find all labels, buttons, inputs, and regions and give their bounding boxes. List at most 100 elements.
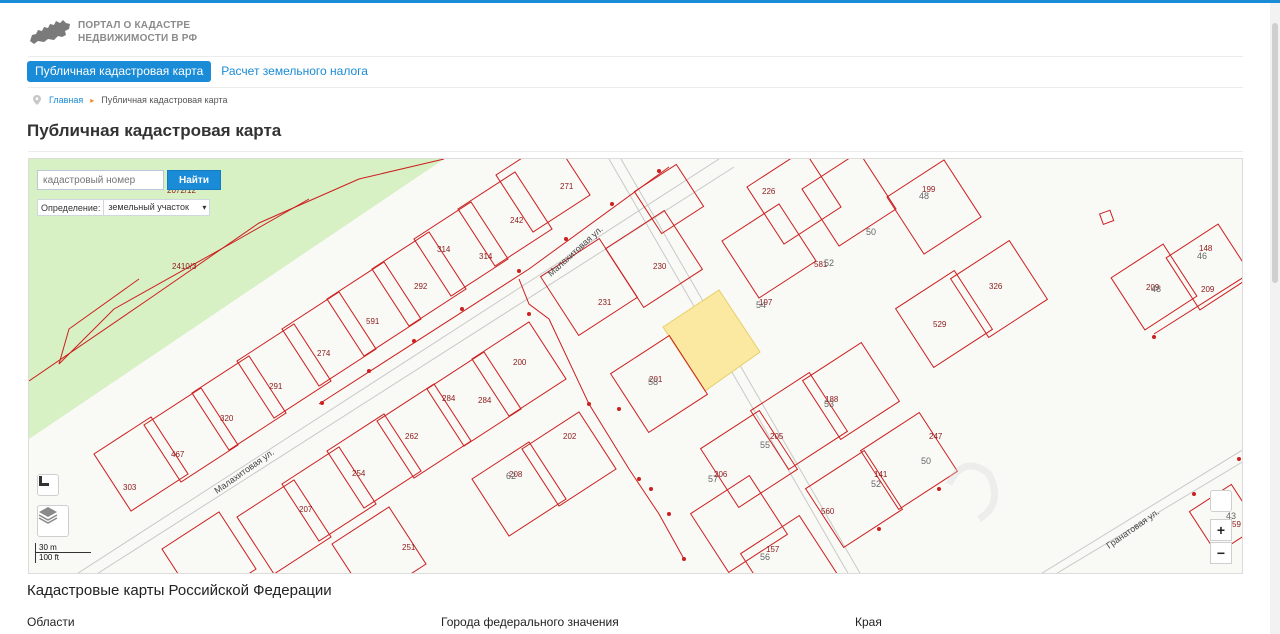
parcel-1[interactable]	[457, 171, 553, 267]
boundary-point-19	[1237, 457, 1241, 461]
cadastral-number-input[interactable]	[37, 170, 164, 190]
parcel-label-13: 200	[513, 358, 527, 367]
boundary-point-10	[617, 407, 621, 411]
header-divider	[28, 56, 1243, 57]
house-number-11: 56	[760, 552, 770, 562]
parcel-5[interactable]	[281, 291, 377, 387]
parcel-8[interactable]	[143, 387, 239, 483]
logo-line-1: ПОРТАЛ О КАДАСТРЕ	[78, 20, 191, 31]
parcel-23[interactable]	[801, 159, 897, 247]
parcel-29[interactable]	[699, 409, 799, 509]
house-number-9: 52	[871, 479, 881, 489]
title-divider	[28, 151, 1243, 152]
site-header: ПОРТАЛ О КАДАСТРЕ НЕДВИЖИМОСТИ В РФ	[28, 14, 197, 50]
boundary-point-11	[637, 477, 641, 481]
search-button[interactable]: Найти	[167, 170, 221, 190]
fullscreen-icon	[39, 476, 49, 486]
house-number-7: 55	[760, 440, 770, 450]
scrollbar-thumb[interactable]	[1272, 23, 1278, 283]
parcel-9[interactable]	[93, 416, 189, 512]
parcel-label-10: 320	[220, 414, 234, 423]
parcel-22[interactable]	[746, 159, 842, 245]
parcel-19[interactable]	[604, 209, 704, 309]
house-number-14: 58	[648, 377, 658, 387]
house-number-6: 53	[824, 399, 834, 409]
breadcrumb: Главная ▸ Публичная кадастровая карта	[33, 95, 227, 105]
parcel-16[interactable]	[521, 411, 617, 507]
parcel-33[interactable]	[804, 449, 904, 549]
boundary-point-2	[610, 202, 614, 206]
layers-button[interactable]	[37, 505, 69, 537]
parcel-15[interactable]	[236, 479, 332, 574]
nav-divider	[28, 87, 1243, 88]
parcel-36[interactable]	[161, 511, 257, 574]
parcel-12[interactable]	[376, 383, 472, 479]
parcel-14[interactable]	[281, 446, 377, 542]
house-number-1: 48	[919, 191, 929, 201]
parcel-label-16: 262	[405, 432, 419, 441]
parcel-label-22: 231	[598, 298, 612, 307]
boundary-point-18	[1192, 492, 1196, 496]
map-canvas[interactable]: 2410/32072/12 271242314314292591274291320…	[29, 159, 1243, 574]
definition-select[interactable]: земельный участок ▾	[103, 200, 209, 215]
watermark-logo-icon	[945, 462, 999, 523]
logo-line-2: НЕДВИЖИМОСТИ В РФ	[78, 33, 198, 44]
regions-col-federal-cities[interactable]: Города федерального значения	[441, 615, 619, 629]
parcel-label-8: 274	[317, 349, 331, 358]
boundary-point-0	[517, 269, 521, 273]
parcel-25[interactable]	[894, 269, 994, 369]
house-number-8: 57	[708, 474, 718, 484]
tab-land-tax-calc[interactable]: Расчет земельного налога	[213, 61, 376, 82]
map-scale: 30 m 100 ft	[35, 543, 123, 563]
parcel-label-7: 591	[366, 317, 380, 326]
zoom-out-button[interactable]: −	[1210, 542, 1232, 564]
parcel-30[interactable]	[749, 371, 849, 471]
main-nav: Публичная кадастровая карта Расчет земел…	[27, 61, 378, 82]
parcel-label-32: 209	[1201, 285, 1215, 294]
scale-metric: 30 m	[35, 543, 91, 553]
parcel-34[interactable]	[689, 474, 789, 573]
parcel-24[interactable]	[886, 159, 982, 255]
parcel-label-23: 230	[653, 262, 667, 271]
site-logo-text[interactable]: ПОРТАЛ О КАДАСТРЕ НЕДВИЖИМОСТИ В РФ	[78, 19, 197, 45]
boundary-point-5	[412, 339, 416, 343]
parcel-4[interactable]	[326, 261, 422, 357]
cadastral-map[interactable]: 2410/3 2072/12 271 242 314 314 292 591 274 291 320…	[28, 158, 1243, 574]
parcel-7[interactable]	[191, 355, 287, 451]
boundary-point-17	[1152, 335, 1156, 339]
russia-map-logo-icon[interactable]	[28, 17, 72, 47]
regions-col-krais[interactable]: Края	[855, 615, 882, 629]
parcel-31[interactable]	[801, 341, 901, 441]
parcel-6[interactable]	[236, 323, 332, 419]
parcel-21[interactable]	[721, 203, 817, 299]
parcel-18[interactable]	[539, 237, 639, 337]
breadcrumb-current: Публичная кадастровая карта	[101, 95, 228, 105]
fullscreen-button[interactable]	[37, 474, 59, 496]
parcel-37[interactable]	[331, 506, 427, 574]
street-label-0: Малахитовая ул.	[546, 224, 605, 279]
parcel-label-0: 2410/3	[172, 262, 197, 271]
house-number-0: 50	[866, 227, 876, 237]
regions-col-oblasts[interactable]: Области	[27, 615, 75, 629]
house-number-5: 46	[1197, 251, 1207, 261]
parcel-35[interactable]	[739, 514, 839, 574]
boundary-point-12	[649, 487, 653, 491]
parcel-label-4: 314	[437, 245, 451, 254]
breadcrumb-home-link[interactable]: Главная	[49, 95, 83, 105]
parcel-17[interactable]	[471, 441, 567, 537]
page-scrollbar[interactable]	[1270, 3, 1280, 634]
parcel-13[interactable]	[326, 413, 422, 509]
parcel-label-14: 284	[442, 394, 456, 403]
zoom-in-button[interactable]: +	[1210, 519, 1232, 541]
house-number-3: 54	[756, 300, 766, 310]
tab-public-cadastral-map[interactable]: Публичная кадастровая карта	[27, 61, 212, 82]
page-title: Публичная кадастровая карта	[27, 121, 282, 140]
parcel-32[interactable]	[859, 411, 959, 511]
definition-label: Определение:	[41, 202, 101, 213]
scale-imperial: 100 ft	[35, 553, 123, 563]
parcel-label-9: 291	[269, 382, 283, 391]
boundary-point-4	[460, 307, 464, 311]
house-number-2: 52	[824, 258, 834, 268]
parcel-label-29: 529	[933, 320, 947, 329]
map-tool-button[interactable]	[1210, 490, 1232, 512]
